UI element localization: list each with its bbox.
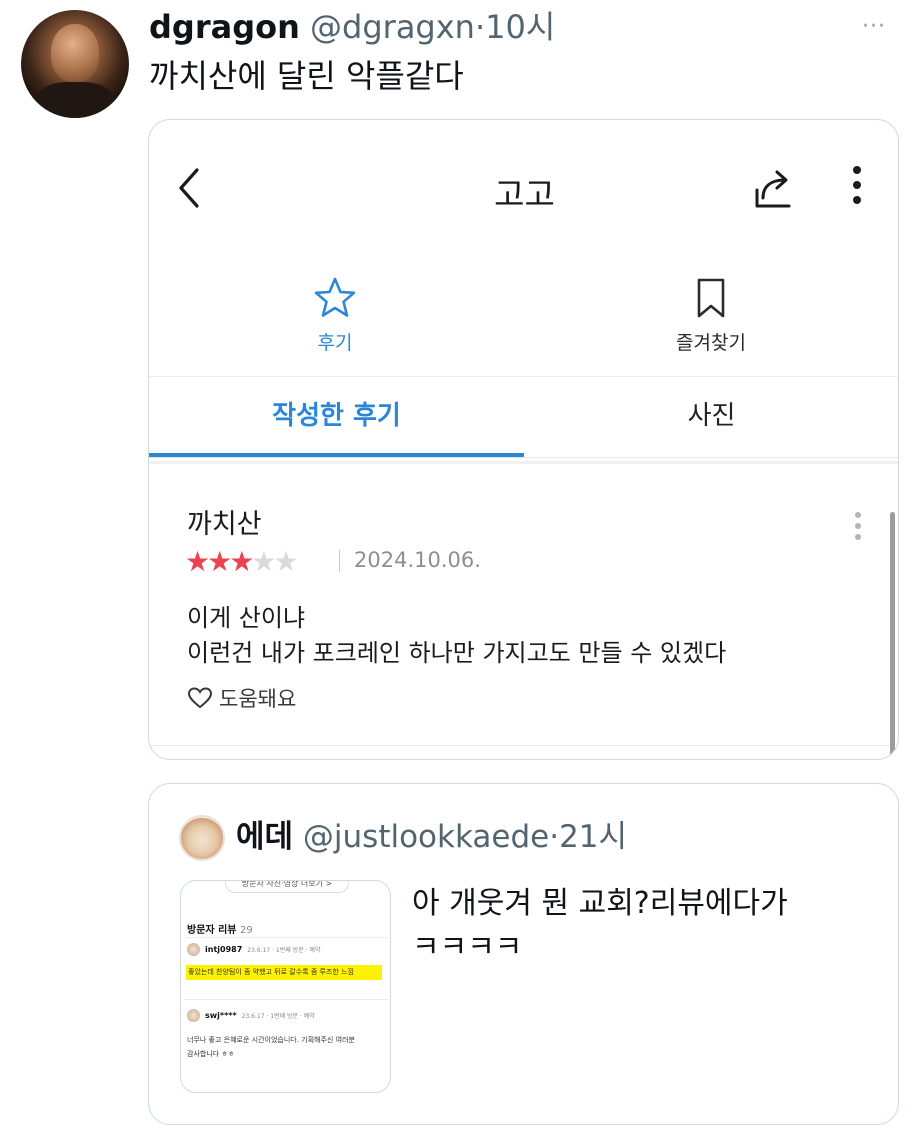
thumb-review1-highlighted-text: 좋았는데 찬양팀이 좀 약했고 뒤로 갈수록 좀 루즈한 느낌 xyxy=(186,965,382,980)
quote-author-display-name: 에데 xyxy=(236,819,294,855)
star-filled-icon: ★ xyxy=(185,545,210,578)
thumb-more-photos-pill: 방문자 사진·영상 더보기 > xyxy=(225,881,349,893)
star-filled-icon: ★ xyxy=(229,545,254,578)
tweet-header: dgragon @dgragxn·10시 xyxy=(149,8,555,46)
embedded-screenshot[interactable]: 고고 후기 즐겨찾기 작성한 후기 사진 까치산 ★★★★★ 2024.10.0… xyxy=(148,119,899,760)
more-options-icon[interactable]: ··· xyxy=(862,14,886,39)
quote-tweet-text-line: ㅋㅋㅋㅋ xyxy=(412,930,523,965)
heart-outline-icon xyxy=(187,687,213,709)
thumb-review1-header: intj0987 23.6.17 · 1번째 방문 · 예약 xyxy=(187,943,320,956)
thumb-review1-meta: 23.6.17 · 1번째 방문 · 예약 xyxy=(247,947,321,954)
thumb-review2-text-line: 감사합니다 ㅎㅎ xyxy=(187,1050,235,1058)
list-divider xyxy=(149,745,889,746)
section-divider xyxy=(149,461,898,464)
thumb-review2-user: swj**** xyxy=(205,1011,237,1020)
quote-tweet-header: 에데 @justlookkaede·21시 xyxy=(236,818,627,856)
review-text-line: 이게 산이냐 xyxy=(187,604,306,632)
review-options-icon xyxy=(855,512,863,545)
helpful-label: 도움돼요 xyxy=(219,687,297,711)
quote-author-avatar[interactable] xyxy=(179,815,225,861)
review-action: 후기 xyxy=(235,276,435,355)
review-place-name: 까치산 xyxy=(187,509,262,540)
quote-tweet-time: 21시 xyxy=(559,819,628,855)
thumb-review1-user: intj0987 xyxy=(205,945,243,954)
tab-bar: 작성한 후기 사진 xyxy=(149,376,898,458)
star-rating: ★★★★★ xyxy=(185,545,299,578)
tweet-text: 까치산에 달린 악플같다 xyxy=(149,57,464,95)
review-action-label: 후기 xyxy=(317,332,353,354)
author-handle[interactable]: @dgragxn xyxy=(310,8,475,46)
active-tab-indicator xyxy=(149,453,524,457)
author-avatar[interactable] xyxy=(21,10,129,118)
quote-header-separator: · xyxy=(549,819,560,855)
favorites-action-label: 즐겨찾기 xyxy=(676,332,746,354)
favorites-action: 즐겨찾기 xyxy=(611,276,811,355)
star-outline-icon xyxy=(314,277,356,317)
thumb-divider xyxy=(185,937,388,938)
thumb-divider xyxy=(185,999,388,1000)
thumb-section-label: 방문자 리뷰 xyxy=(187,925,237,936)
star-filled-icon: ★ xyxy=(207,545,232,578)
thumb-review2-header: swj**** 23.6.17 · 1번째 방문 · 예약 xyxy=(187,1009,315,1022)
bookmark-icon xyxy=(697,278,725,318)
avatar-head-shape xyxy=(51,24,99,82)
review-date: 2024.10.06. xyxy=(354,548,481,572)
quote-tweet-text-line: 아 개웃겨 뭔 교회?리뷰에다가 xyxy=(412,886,788,921)
thumb-review2-meta: 23.6.17 · 1번째 방문 · 예약 xyxy=(241,1013,315,1020)
helpful-button: 도움돼요 xyxy=(187,683,296,713)
header-separator: · xyxy=(474,8,486,46)
author-display-name[interactable]: dgragon xyxy=(149,8,300,46)
rating-date-separator xyxy=(339,550,340,572)
quote-author-handle: @justlookkaede xyxy=(302,819,550,855)
review-text-line: 이런건 내가 포크레인 하나만 가지고도 만들 수 있겠다 xyxy=(187,639,727,667)
quote-media-thumbnail[interactable]: 방문자 사진·영상 더보기 > 방문자 리뷰 29 intj0987 23.6.… xyxy=(180,880,391,1093)
tab-written-reviews: 작성한 후기 xyxy=(272,401,401,431)
scrollbar-thumb xyxy=(890,512,895,756)
quote-tweet[interactable]: 에데 @justlookkaede·21시 방문자 사진·영상 더보기 > 방문… xyxy=(148,783,899,1125)
thumb-section-count: 29 xyxy=(239,925,253,936)
thumb-section-title: 방문자 리뷰 29 xyxy=(187,921,253,936)
tab-photos: 사진 xyxy=(687,401,736,431)
star-empty-icon: ★ xyxy=(251,545,276,578)
kebab-menu-icon xyxy=(851,166,863,208)
star-empty-icon: ★ xyxy=(273,545,298,578)
avatar-body-shape xyxy=(35,82,115,118)
tweet-time[interactable]: 10시 xyxy=(485,8,555,46)
share-icon xyxy=(755,170,791,208)
thumb-review2-text-line: 너무나 좋고 은혜로운 시간이었습니다. 기획해주신 여러분 xyxy=(187,1036,355,1044)
thumb-user-avatar xyxy=(187,1009,200,1022)
thumb-user-avatar xyxy=(187,943,200,956)
